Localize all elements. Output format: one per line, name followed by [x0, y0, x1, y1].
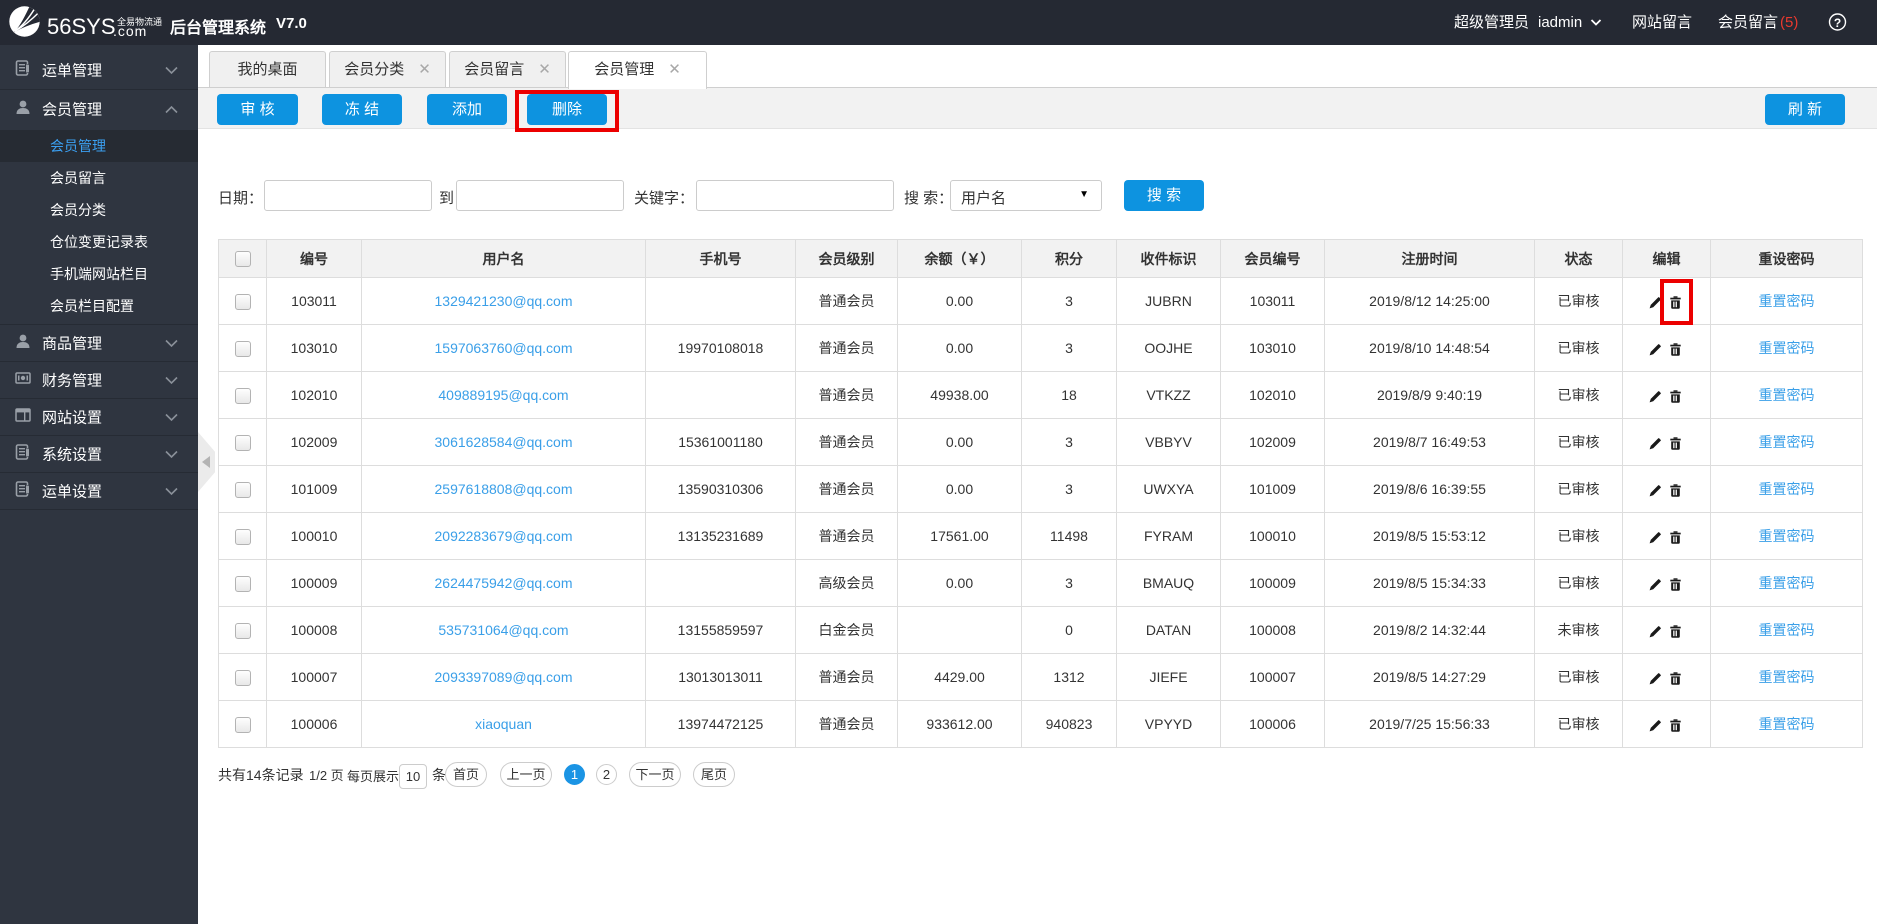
svg-text:?: ? [1834, 16, 1841, 30]
